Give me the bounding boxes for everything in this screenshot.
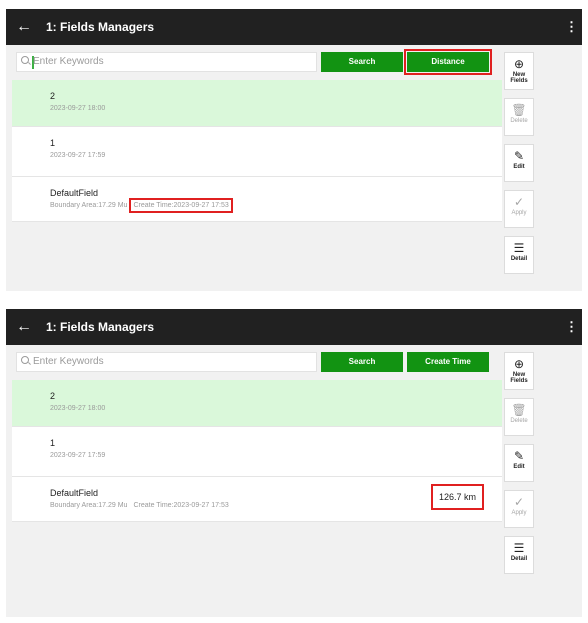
app-header: ← 1: Fields Managers ⋮ — [6, 309, 582, 345]
delete-button[interactable]: 🗑 Delete — [504, 398, 534, 436]
search-button[interactable]: Search — [321, 52, 403, 72]
new-fields-label: New Fields — [510, 72, 528, 84]
side-toolbar: ⊕ New Fields 🗑 Delete ✎ Edit ✓ Apply ☰ D… — [504, 52, 534, 282]
create-time: Create Time:2023-09-27 17:53 — [133, 502, 229, 509]
search-input[interactable]: Enter Keywords — [16, 52, 317, 72]
page-title: 1: Fields Managers — [46, 320, 155, 334]
field-name: 2 — [50, 391, 56, 401]
field-name: DefaultField — [50, 188, 99, 198]
boundary-area: Boundary Area:17.29 Mu — [50, 202, 128, 209]
field-name: 2 — [50, 91, 56, 101]
page-title: 1: Fields Managers — [46, 20, 155, 34]
document-icon: ☰ — [513, 241, 525, 255]
add-circle-icon: ⊕ — [513, 57, 525, 71]
distance-value: 126.7 km — [430, 484, 485, 510]
detail-button[interactable]: ☰ Detail — [504, 536, 534, 574]
apply-button[interactable]: ✓ Apply — [504, 190, 534, 228]
back-arrow-icon[interactable]: ← — [16, 17, 32, 37]
list-item[interactable]: DefaultField Boundary Area:17.29 Mu Creat… — [12, 177, 502, 222]
search-icon — [21, 56, 29, 64]
more-vert-icon[interactable]: ⋮ — [565, 319, 578, 335]
screen-1: ← 1: Fields Managers ⋮ Enter Keywords Se… — [6, 9, 582, 291]
search-icon — [21, 356, 29, 364]
trash-icon: 🗑 — [511, 403, 527, 417]
field-name: 1 — [50, 438, 56, 448]
edit-label: Edit — [513, 164, 525, 170]
detail-label: Detail — [510, 556, 528, 562]
app-header: ← 1: Fields Managers ⋮ — [6, 9, 582, 45]
edit-icon: ✎ — [513, 449, 525, 463]
new-fields-button[interactable]: ⊕ New Fields — [504, 52, 534, 90]
new-fields-label: New Fields — [510, 372, 528, 384]
list-item[interactable]: 1 2023-09-27 17:59 — [12, 127, 502, 177]
document-icon: ☰ — [513, 541, 525, 555]
field-list: 2 2023-09-27 18:00 1 2023-09-27 17:59 De… — [12, 80, 502, 222]
trash-icon: 🗑 — [511, 103, 527, 117]
field-time: 2023-09-27 17:59 — [50, 152, 106, 159]
edit-label: Edit — [513, 464, 525, 470]
screen-2: ← 1: Fields Managers ⋮ Enter Keywords Se… — [6, 309, 582, 617]
edit-button[interactable]: ✎ Edit — [504, 144, 534, 182]
detail-label: Detail — [510, 256, 528, 262]
search-placeholder: Enter Keywords — [33, 56, 104, 67]
field-time: 2023-09-27 18:00 — [50, 405, 106, 412]
search-button[interactable]: Search — [321, 352, 403, 372]
sort-toggle-button[interactable]: Distance — [404, 49, 492, 75]
add-circle-icon: ⊕ — [513, 357, 525, 371]
more-vert-icon[interactable]: ⋮ — [565, 19, 578, 35]
field-details: Boundary Area:17.29 Mu Create Time:2023-0… — [50, 502, 229, 509]
detail-button[interactable]: ☰ Detail — [504, 236, 534, 274]
field-name: DefaultField — [50, 488, 99, 498]
new-fields-button[interactable]: ⊕ New Fields — [504, 352, 534, 390]
search-input[interactable]: Enter Keywords — [16, 352, 317, 372]
back-arrow-icon[interactable]: ← — [16, 317, 32, 337]
list-item[interactable]: 2 2023-09-27 18:00 — [12, 80, 502, 127]
create-time: Create Time:2023-09-27 17:53 — [129, 198, 233, 213]
delete-label: Delete — [510, 118, 528, 124]
field-name: 1 — [50, 138, 56, 148]
field-time: 2023-09-27 17:59 — [50, 452, 106, 459]
field-list: 2 2023-09-27 18:00 1 2023-09-27 17:59 De… — [12, 380, 502, 522]
delete-button[interactable]: 🗑 Delete — [504, 98, 534, 136]
list-item[interactable]: 1 2023-09-27 17:59 — [12, 427, 502, 477]
delete-label: Delete — [510, 418, 528, 424]
list-item[interactable]: DefaultField Boundary Area:17.29 Mu Creat… — [12, 477, 502, 522]
check-icon: ✓ — [513, 195, 525, 209]
apply-label: Apply — [511, 210, 527, 216]
apply-button[interactable]: ✓ Apply — [504, 490, 534, 528]
boundary-area: Boundary Area:17.29 Mu — [50, 502, 128, 509]
list-item[interactable]: 2 2023-09-27 18:00 — [12, 380, 502, 427]
side-toolbar: ⊕ New Fields 🗑 Delete ✎ Edit ✓ Apply ☰ D… — [504, 352, 534, 582]
field-time: 2023-09-27 18:00 — [50, 105, 106, 112]
edit-button[interactable]: ✎ Edit — [504, 444, 534, 482]
field-details: Boundary Area:17.29 Mu Create Time:2023-0… — [50, 198, 233, 213]
check-icon: ✓ — [513, 495, 525, 509]
search-placeholder: Enter Keywords — [33, 356, 104, 367]
sort-toggle-button[interactable]: Create Time — [407, 352, 489, 372]
edit-icon: ✎ — [513, 149, 525, 163]
apply-label: Apply — [511, 510, 527, 516]
